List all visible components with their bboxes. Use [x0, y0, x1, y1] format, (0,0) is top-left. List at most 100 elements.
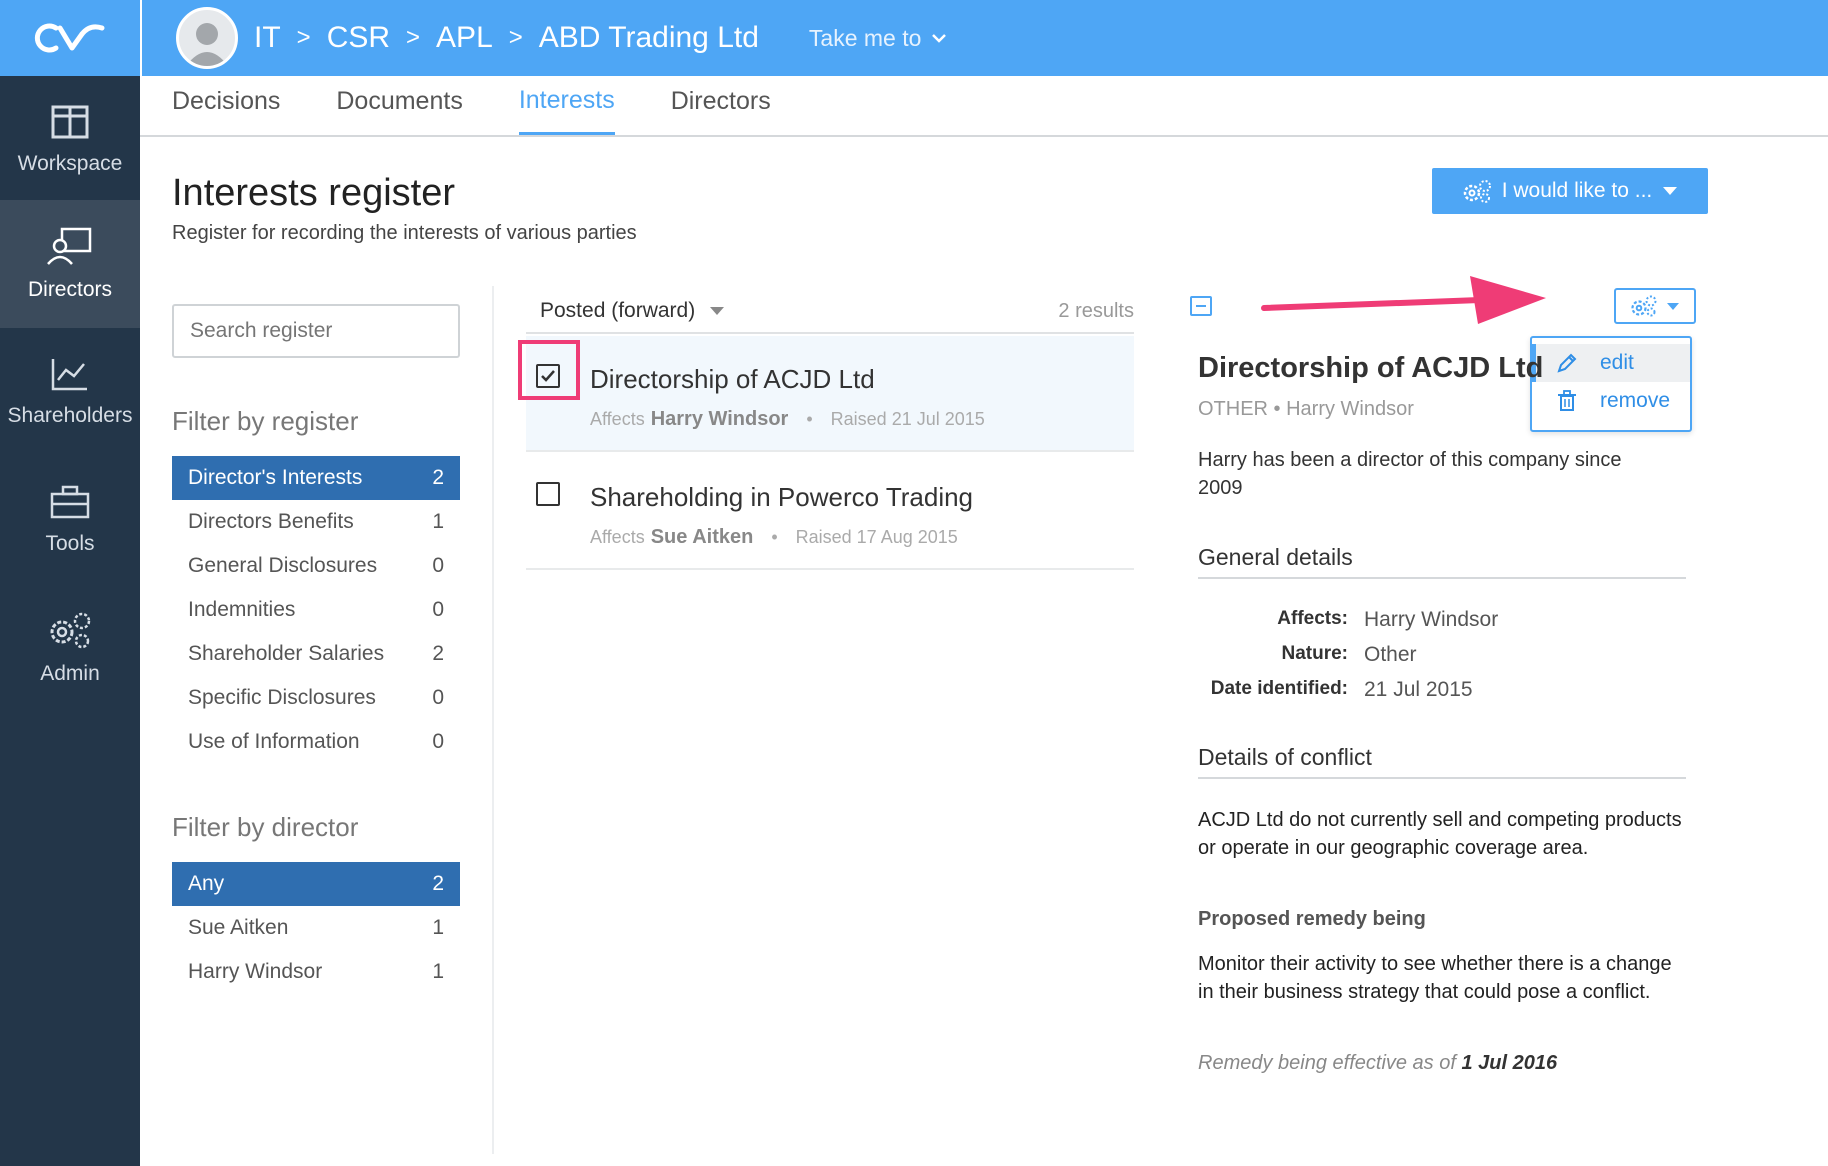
sidebar: Workspace Directors Shareholders Tools A…: [0, 0, 140, 1166]
toolbox-icon: [50, 485, 90, 519]
sidebar-item-label: Directors: [27, 278, 112, 301]
raised-date: Raised 17 Aug 2015: [795, 527, 958, 547]
sidebar-item-label: Shareholders: [7, 404, 133, 427]
filter-label: General Disclosures: [188, 554, 378, 577]
app-logo[interactable]: [0, 0, 140, 76]
breadcrumb-item[interactable]: CSR: [327, 21, 390, 55]
meta-dot: •: [806, 409, 813, 429]
item-title[interactable]: Shareholding in Powerco Trading: [590, 482, 973, 513]
affects-label: Affects: [590, 527, 645, 547]
collapse-icon[interactable]: [1190, 296, 1212, 316]
action-label: I would like to ...: [1501, 179, 1653, 202]
sidebar-item-shareholders[interactable]: Shareholders: [0, 328, 140, 456]
breadcrumb: IT > CSR > APL > ABD Trading Ltd: [254, 21, 759, 55]
tab-interests[interactable]: Interests: [518, 76, 615, 135]
page-subtitle: Register for recording the interests of …: [172, 222, 637, 244]
filter-count: 1: [432, 510, 444, 533]
filter-label: Use of Information: [188, 730, 360, 753]
remedy-effective: Remedy being effective as of 1 Jul 2016: [1198, 1052, 1557, 1075]
checkbox-highlight: [518, 340, 580, 400]
list-item[interactable]: Shareholding in Powerco Trading Affects …: [526, 454, 1134, 570]
filter-item-use-of-information[interactable]: Use of Information 0: [172, 720, 460, 764]
sidebar-item-admin[interactable]: Admin: [0, 584, 140, 712]
item-actions-button[interactable]: [1614, 288, 1696, 324]
director-filter-list: Any 2 Sue Aitken 1 Harry Windsor 1: [172, 862, 460, 994]
filter-count: 1: [432, 916, 444, 939]
item-title[interactable]: Directorship of ACJD Ltd: [590, 364, 875, 395]
item-meta: Affects Harry Windsor • Raised 21 Jul 20…: [590, 408, 985, 431]
sort-dropdown[interactable]: Posted (forward): [540, 299, 725, 323]
filter-director-heading: Filter by director: [172, 812, 359, 842]
logo-icon: [34, 23, 105, 53]
search-input[interactable]: [172, 304, 460, 358]
menu-item-label: remove: [1600, 389, 1671, 412]
breadcrumb-item[interactable]: APL: [436, 21, 493, 55]
trash-icon: [1558, 390, 1576, 411]
sidebar-item-label: Admin: [40, 662, 100, 685]
filter-item-any[interactable]: Any 2: [172, 862, 460, 906]
filter-label: Shareholder Salaries: [188, 642, 385, 665]
filter-item-shareholder-salaries[interactable]: Shareholder Salaries 2: [172, 632, 460, 676]
affects-label: Affects: [590, 409, 645, 429]
sidebar-item-workspace[interactable]: Workspace: [0, 76, 140, 204]
detail-affects-row: Affects: Harry Windsor: [1198, 608, 1698, 632]
filter-count: 2: [432, 642, 444, 665]
i-would-like-to-button[interactable]: I would like to ...: [1432, 168, 1708, 214]
user-icon: [186, 23, 228, 66]
effective-prefix: Remedy being effective as of: [1198, 1052, 1456, 1074]
filter-item-directors-benefits[interactable]: Directors Benefits 1: [172, 500, 460, 544]
breadcrumb-item[interactable]: IT: [254, 21, 281, 55]
field-key: Affects:: [1277, 608, 1348, 629]
field-key: Date identified:: [1210, 678, 1348, 699]
breadcrumb-separator: >: [508, 24, 523, 51]
filter-item-harry-windsor[interactable]: Harry Windsor 1: [172, 950, 460, 994]
filter-item-sue-aitken[interactable]: Sue Aitken 1: [172, 906, 460, 950]
field-value: Other: [1364, 643, 1417, 666]
sidebar-item-label: Tools: [45, 532, 95, 555]
avatar[interactable]: [176, 7, 238, 69]
sort-label: Posted (forward): [540, 299, 696, 322]
menu-item-remove[interactable]: remove: [1532, 382, 1690, 420]
detail-description: Harry has been a director of this compan…: [1198, 449, 1622, 499]
sidebar-item-tools[interactable]: Tools: [0, 456, 140, 584]
gears-icon: [50, 612, 91, 649]
take-me-to-label: Take me to: [808, 24, 922, 51]
menu-item-label: edit: [1600, 351, 1634, 374]
filter-count: 2: [432, 466, 444, 489]
sidebar-item-directors[interactable]: Directors: [0, 200, 140, 328]
details-of-conflict-heading: Details of conflict: [1198, 744, 1686, 779]
results-count: 2 results: [1058, 299, 1134, 322]
tab-documents[interactable]: Documents: [336, 76, 462, 135]
filter-label: Indemnities: [188, 598, 296, 621]
detail-title: Directorship of ACJD Ltd: [1198, 352, 1544, 384]
filter-label: Any: [188, 872, 225, 895]
tab-decisions[interactable]: Decisions: [172, 76, 280, 135]
top-bar: IT > CSR > APL > ABD Trading Ltd Take me…: [140, 0, 1828, 76]
item-checkbox[interactable]: [536, 482, 560, 506]
affects-name: Sue Aitken: [650, 526, 754, 548]
filter-label: Sue Aitken: [188, 916, 289, 939]
tab-bar: Decisions Documents Interests Directors: [140, 76, 1828, 137]
list-item[interactable]: Directorship of ACJD Ltd Affects Harry W…: [526, 336, 1134, 452]
column-divider: [492, 286, 494, 1154]
affects-name: Harry Windsor: [650, 408, 789, 430]
filter-item-indemnities[interactable]: Indemnities 0: [172, 588, 460, 632]
filter-item-directors-interests[interactable]: Director's Interests 2: [172, 456, 460, 500]
chart-icon: [51, 359, 87, 391]
breadcrumb-separator: >: [296, 24, 311, 51]
tab-directors[interactable]: Directors: [671, 76, 771, 135]
breadcrumb-item[interactable]: ABD Trading Ltd: [539, 21, 759, 55]
filter-count: 0: [432, 730, 444, 753]
remedy-text: Monitor their activity to see whether th…: [1198, 953, 1672, 1003]
filter-label: Director's Interests: [188, 466, 363, 489]
menu-item-edit[interactable]: edit: [1532, 344, 1690, 382]
filter-count: 2: [432, 872, 444, 895]
filter-count: 1: [432, 960, 444, 983]
filter-item-specific-disclosures[interactable]: Specific Disclosures 0: [172, 676, 460, 720]
sort-bar: Posted (forward) 2 results: [526, 290, 1134, 334]
filter-label: Directors Benefits: [188, 510, 354, 533]
filter-count: 0: [432, 554, 444, 577]
item-meta: Affects Sue Aitken • Raised 17 Aug 2015: [590, 526, 958, 549]
take-me-to-dropdown[interactable]: Take me to: [809, 25, 948, 52]
filter-item-general-disclosures[interactable]: General Disclosures 0: [172, 544, 460, 588]
